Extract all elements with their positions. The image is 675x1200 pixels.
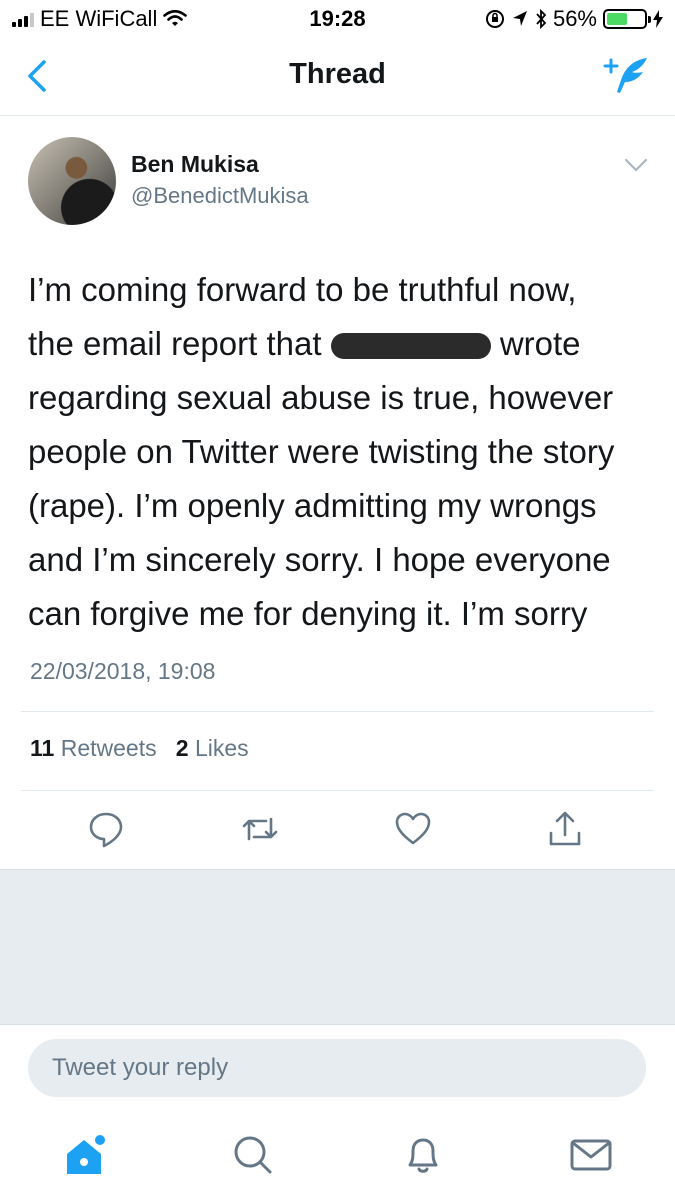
reply-icon[interactable]	[86, 809, 126, 849]
likes-stat[interactable]: 2 Likes	[176, 735, 249, 761]
tweet-line: people on Twitter were twisting the stor…	[28, 433, 615, 470]
likes-count: 2	[175, 735, 189, 761]
charging-icon	[653, 10, 663, 28]
avatar[interactable]	[28, 137, 116, 225]
status-bar: EE WiFiCall 19:28 56%	[0, 0, 675, 38]
divider	[21, 790, 654, 791]
author-name[interactable]: Ben Mukisa	[131, 151, 259, 178]
tweet-line: regarding sexual abuse is true, however	[28, 379, 614, 416]
reply-input[interactable]: Tweet your reply	[28, 1039, 646, 1097]
notifications-icon[interactable]	[400, 1132, 446, 1178]
retweets-label: Retweets	[60, 735, 157, 761]
status-right: 56%	[485, 6, 663, 32]
likes-label: Likes	[194, 735, 249, 761]
navigation-bar: Thread	[0, 38, 675, 116]
tab-bar	[0, 1114, 675, 1200]
orientation-lock-icon	[485, 10, 504, 28]
retweet-icon[interactable]	[240, 809, 280, 849]
retweets-count: 11	[30, 735, 55, 761]
divider	[21, 711, 654, 712]
tweet-actions	[0, 809, 675, 855]
empty-thread-area	[0, 869, 675, 1024]
tweet-line: the email report that wrote	[28, 317, 653, 371]
battery-percent: 56%	[552, 6, 597, 31]
like-icon[interactable]	[393, 809, 433, 849]
bluetooth-icon	[536, 9, 547, 29]
page-title: Thread	[289, 58, 386, 90]
tweet-line: (rape). I’m openly admitting my wrongs	[28, 487, 597, 524]
tweet-stats: 11 Retweets 2 Likes	[30, 735, 249, 762]
author-handle[interactable]: @BenedictMukisa	[131, 183, 309, 209]
tweet-line-part: wrote	[490, 325, 581, 362]
search-icon[interactable]	[230, 1132, 276, 1178]
tweet-line-part: the email report that	[28, 325, 331, 362]
reply-bar: Tweet your reply	[0, 1024, 675, 1114]
share-icon[interactable]	[545, 809, 585, 849]
tweet-line: I’m coming forward to be truthful now,	[28, 271, 577, 308]
tweet-timestamp: 22/03/2018, 19:08	[30, 658, 216, 684]
tweet-line: and I’m sincerely sorry. I hope everyone	[28, 541, 611, 578]
compose-tweet-icon[interactable]	[603, 54, 651, 98]
redaction-mark	[330, 333, 491, 360]
location-icon	[512, 11, 527, 26]
tweet-text: I’m coming forward to be truthful now, t…	[28, 263, 653, 641]
messages-icon[interactable]	[568, 1132, 614, 1178]
tweet-line: can forgive me for denying it. I’m sorry	[28, 595, 588, 632]
battery-icon	[603, 9, 651, 29]
retweets-stat[interactable]: 11 Retweets	[30, 735, 157, 761]
chevron-down-icon[interactable]	[623, 155, 649, 175]
home-icon[interactable]	[62, 1132, 108, 1178]
